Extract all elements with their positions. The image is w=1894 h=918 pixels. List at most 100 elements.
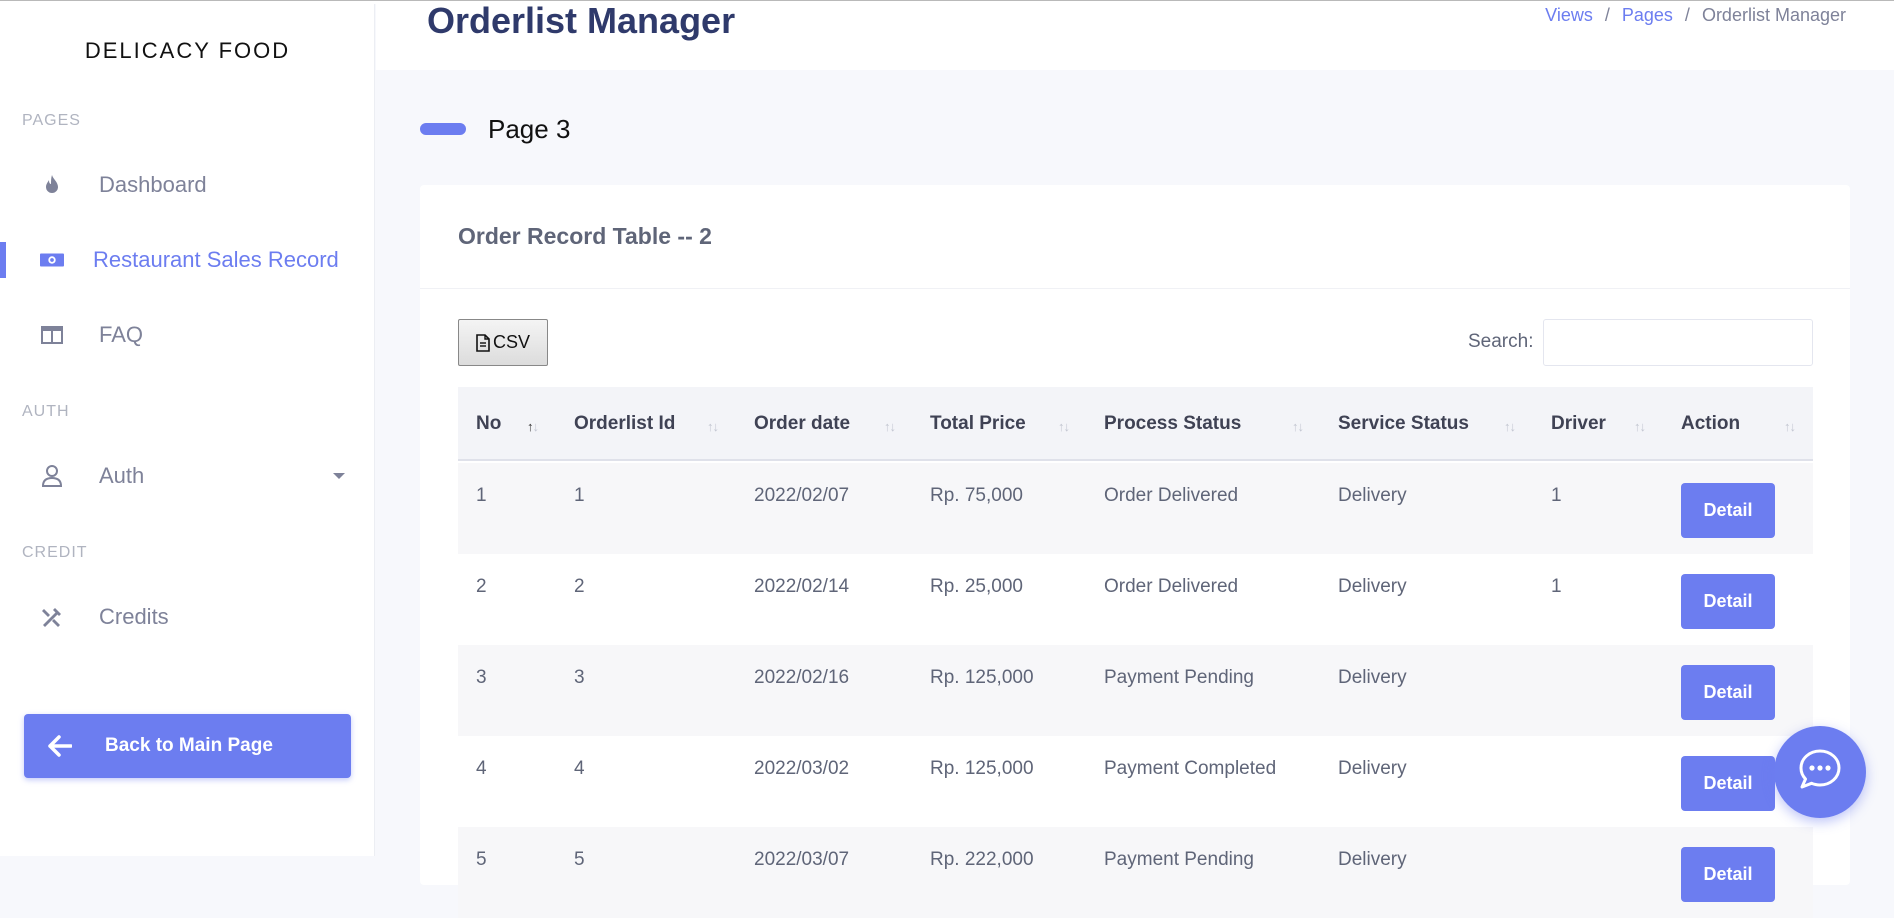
columns-icon [40, 323, 64, 347]
column-header-orderlist-id[interactable]: Orderlist Id [574, 387, 675, 461]
sort-icon[interactable]: ↑↓ [707, 419, 719, 434]
sort-icon[interactable]: ↑↓ [1634, 419, 1646, 434]
detail-button[interactable]: Detail [1681, 847, 1775, 902]
back-to-main-button[interactable]: Back to Main Page [24, 714, 351, 778]
page-title: Orderlist Manager [427, 0, 736, 41]
column-header-label: Service Status [1338, 413, 1469, 434]
cell-total-price: Rp. 125,000 [930, 758, 1034, 779]
sidebar-item-label: Auth [99, 463, 145, 488]
brand-logo[interactable]: DELICACY FOOD [0, 38, 375, 64]
cell-order-date: 2022/02/16 [754, 667, 850, 688]
sidebar-item-sales-record[interactable]: Restaurant Sales Record [0, 232, 375, 288]
search-input[interactable] [1543, 319, 1813, 366]
sidebar-item-credits[interactable]: Credits [0, 589, 375, 645]
sort-icon[interactable]: ↑↓ [1784, 419, 1796, 434]
card-header: Order Record Table -- 2 [420, 185, 1850, 289]
breadcrumb-separator: / [1684, 5, 1690, 25]
column-header-label: Order date [754, 413, 851, 434]
sidebar-item-dashboard[interactable]: Dashboard [0, 157, 375, 213]
cell-service-status: Delivery [1338, 576, 1407, 597]
column-header-total-price[interactable]: Total Price [930, 387, 1026, 461]
breadcrumb: Views / Pages / Orderlist Manager [1545, 5, 1846, 26]
page-header: Orderlist Manager Views / Pages / Orderlist … [376, 0, 1894, 70]
sort-icon[interactable]: ↑↓ [1058, 419, 1070, 434]
table-row: 2 2 2022/02/14 Rp. 25,000 Order Delivere… [458, 554, 1813, 645]
money-icon [40, 248, 64, 272]
sidebar-item-auth[interactable]: Auth [0, 448, 375, 504]
cell-total-price: Rp. 75,000 [930, 485, 1023, 506]
column-header-order-date[interactable]: Order date [754, 387, 850, 461]
table-row: 3 3 2022/02/16 Rp. 125,000 Payment Pendi… [458, 645, 1813, 736]
sidebar-item-label: FAQ [99, 322, 144, 347]
cell-total-price: Rp. 222,000 [930, 849, 1034, 870]
column-header-label: Driver [1551, 413, 1606, 434]
column-header-label: Total Price [930, 413, 1026, 434]
chat-button[interactable] [1774, 726, 1866, 818]
cell-process-status: Payment Pending [1104, 849, 1254, 870]
table-row: 5 5 2022/03/07 Rp. 222,000 Payment Pendi… [458, 827, 1813, 918]
cell-orderlist-id: 3 [574, 667, 585, 688]
column-header-process-status[interactable]: Process Status [1104, 387, 1241, 461]
chevron-down-icon [333, 473, 345, 479]
sidebar-item-label: Credits [99, 604, 169, 629]
cell-service-status: Delivery [1338, 667, 1407, 688]
chat-icon [1797, 747, 1843, 798]
back-button-label: Back to Main Page [105, 735, 273, 756]
sort-icon[interactable]: ↑↓ [884, 419, 896, 434]
cell-total-price: Rp. 25,000 [930, 576, 1023, 597]
cell-order-date: 2022/03/07 [754, 849, 850, 870]
column-header-driver[interactable]: Driver [1551, 387, 1606, 461]
sort-icon[interactable]: ↑↓ [1292, 419, 1304, 434]
cell-no: 2 [476, 576, 487, 597]
tools-icon [40, 605, 64, 629]
cell-no: 3 [476, 667, 487, 688]
table-row: 1 1 2022/02/07 Rp. 75,000 Order Delivere… [458, 463, 1813, 554]
sidebar-item-faq[interactable]: FAQ [0, 307, 375, 363]
section-pill-marker [420, 123, 466, 135]
column-header-service-status[interactable]: Service Status [1338, 387, 1469, 461]
cell-order-date: 2022/02/14 [754, 576, 850, 597]
csv-export-button[interactable]: CSV [458, 319, 548, 366]
column-header-label: Orderlist Id [574, 413, 676, 434]
cell-driver: 1 [1551, 485, 1562, 506]
window-top-border [0, 0, 1894, 4]
breadcrumb-views[interactable]: Views [1545, 5, 1593, 25]
detail-button[interactable]: Detail [1681, 574, 1775, 629]
sidebar-item-label: Dashboard [99, 172, 207, 197]
cell-orderlist-id: 5 [574, 849, 585, 870]
column-header-label: Process Status [1104, 413, 1242, 434]
cell-no: 1 [476, 485, 487, 506]
cell-no: 4 [476, 758, 487, 779]
card-title: Order Record Table -- 2 [458, 223, 712, 249]
cell-total-price: Rp. 125,000 [930, 667, 1034, 688]
sort-icon[interactable]: ↑↓ [527, 419, 539, 434]
user-icon [40, 464, 64, 488]
detail-button[interactable]: Detail [1681, 483, 1775, 538]
section-heading: Page 3 [488, 114, 571, 144]
sort-icon[interactable]: ↑↓ [1504, 419, 1516, 434]
column-header-label: No [476, 413, 502, 434]
cell-process-status: Payment Completed [1104, 758, 1277, 779]
cell-orderlist-id: 2 [574, 576, 585, 597]
detail-button[interactable]: Detail [1681, 756, 1775, 811]
breadcrumb-current: Orderlist Manager [1701, 5, 1846, 25]
column-header-action[interactable]: Action [1681, 387, 1740, 461]
cell-service-status: Delivery [1338, 758, 1407, 779]
table-header: No ↑↓ Orderlist Id ↑↓ Order date ↑↓ Tota… [458, 387, 1813, 461]
column-header-no[interactable]: No [476, 387, 501, 461]
breadcrumb-pages[interactable]: Pages [1622, 5, 1673, 25]
arrow-left-icon [48, 735, 73, 757]
cell-order-date: 2022/02/07 [754, 485, 850, 506]
detail-button[interactable]: Detail [1681, 665, 1775, 720]
cell-process-status: Order Delivered [1104, 576, 1239, 597]
cell-driver: 1 [1551, 576, 1562, 597]
column-header-label: Action [1681, 413, 1741, 434]
sidebar: DELICACY FOOD PAGES Dashboard Restaurant… [0, 0, 375, 856]
cell-order-date: 2022/03/02 [754, 758, 850, 779]
cell-no: 5 [476, 849, 487, 870]
section-label-auth: AUTH [22, 403, 70, 420]
cell-service-status: Delivery [1338, 485, 1407, 506]
breadcrumb-separator: / [1604, 5, 1610, 25]
active-indicator [0, 242, 6, 278]
file-icon [476, 333, 490, 352]
